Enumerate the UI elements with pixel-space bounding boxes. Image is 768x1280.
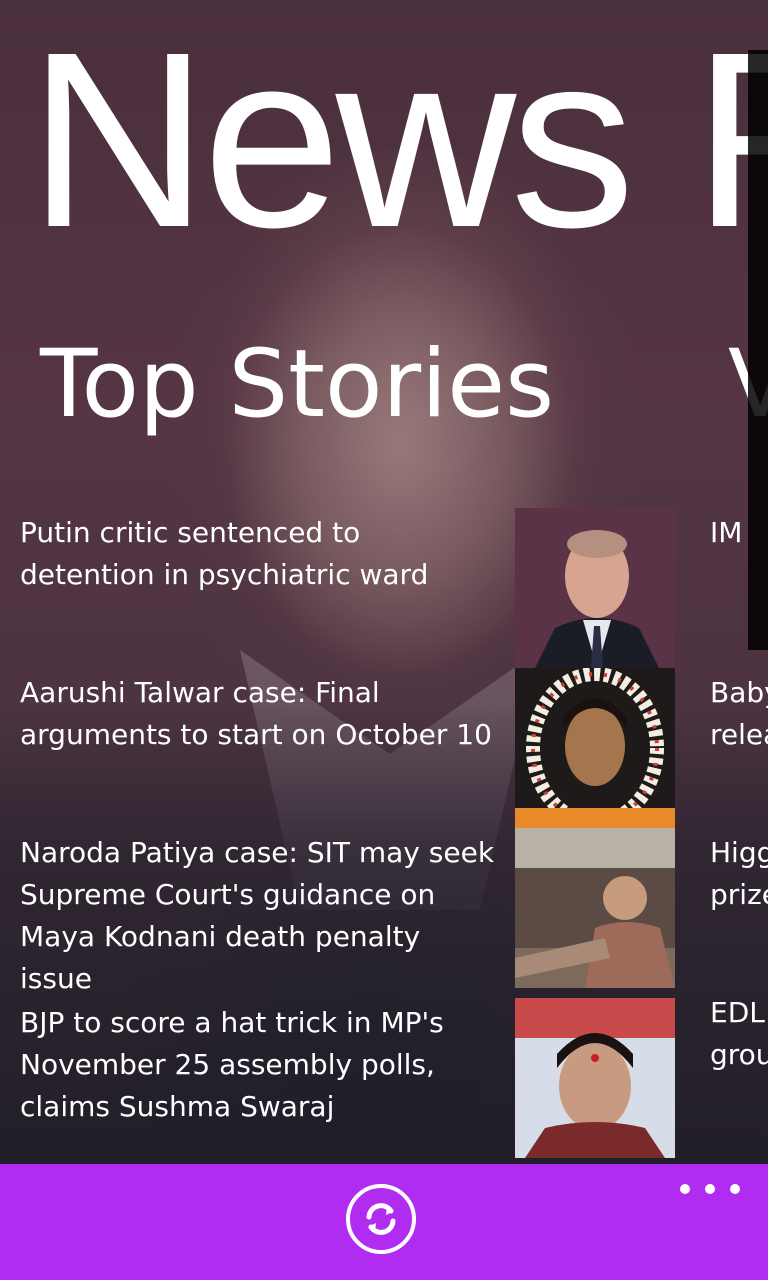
story-thumbnail	[515, 668, 675, 828]
next-column-item[interactable]: EDL grou	[710, 992, 768, 1076]
story-thumbnail	[515, 508, 675, 668]
kodnani-photo-icon	[515, 828, 675, 988]
more-icon-dot	[730, 1184, 740, 1194]
refresh-icon	[366, 1203, 396, 1235]
story-title: Putin critic sentenced to detention in p…	[20, 516, 429, 591]
more-icon	[680, 1184, 690, 1194]
more-icon-dot	[705, 1184, 715, 1194]
swaraj-photo-icon	[515, 998, 675, 1158]
screen: News R Top Stories V Putin critic senten…	[0, 0, 768, 1280]
next-column-text: grou	[710, 1038, 768, 1071]
next-column-text: relea	[710, 718, 768, 751]
story-title: BJP to score a hat trick in MP's Novembe…	[20, 1006, 444, 1123]
story-thumbnail	[515, 828, 675, 988]
story-item[interactable]: Aarushi Talwar case: Final arguments to …	[20, 668, 675, 828]
story-title: Naroda Patiya case: SIT may seek Supreme…	[20, 836, 495, 995]
next-column-text: IM	[710, 516, 743, 549]
story-item[interactable]: Putin critic sentenced to detention in p…	[20, 508, 675, 668]
section-title-top-stories[interactable]: Top Stories	[40, 330, 554, 440]
next-column-item[interactable]: Higg prize	[710, 832, 768, 916]
next-column-text: EDL	[710, 996, 765, 1029]
next-column-text: prize	[710, 878, 768, 911]
story-item[interactable]: Naroda Patiya case: SIT may seek Supreme…	[20, 828, 675, 995]
application-bar	[0, 1164, 768, 1280]
refresh-button[interactable]	[346, 1184, 416, 1254]
next-column-text: Higg	[710, 836, 768, 869]
app-title: News R	[28, 0, 768, 279]
more-button[interactable]	[680, 1174, 740, 1204]
putin-photo-icon	[515, 508, 675, 668]
story-item[interactable]: BJP to score a hat trick in MP's Novembe…	[20, 998, 675, 1158]
overlay-strip	[748, 50, 768, 650]
aarushi-photo-icon	[515, 668, 675, 828]
story-title: Aarushi Talwar case: Final arguments to …	[20, 676, 492, 751]
next-column-text: Baby	[710, 676, 768, 709]
story-thumbnail	[515, 998, 675, 1158]
next-column-item[interactable]: Baby relea	[710, 672, 768, 756]
